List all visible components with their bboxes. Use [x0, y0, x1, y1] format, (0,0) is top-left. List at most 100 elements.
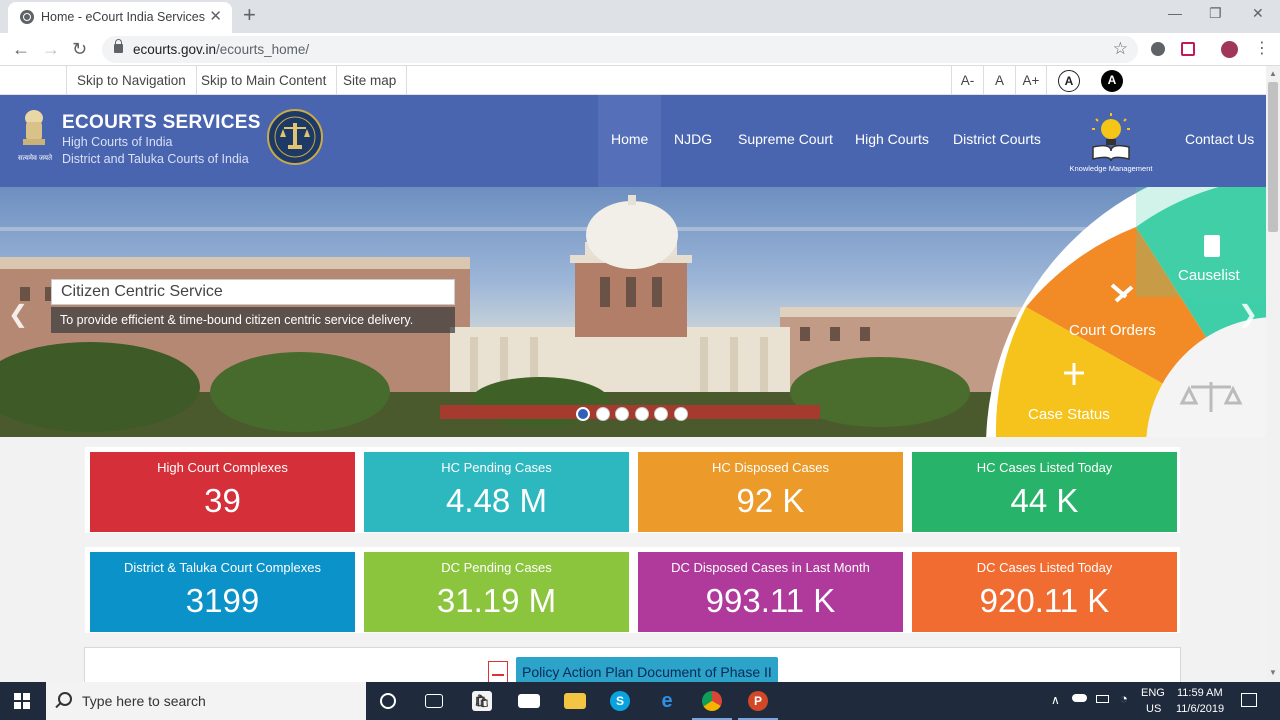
stat-tile[interactable]: DC Disposed Cases in Last Month 993.11 K: [638, 552, 903, 632]
url-text[interactable]: ecourts.gov.in/ecourts_home/: [133, 42, 309, 57]
tray-chevron-icon[interactable]: ∧: [1051, 693, 1060, 707]
window-close-icon[interactable]: ✕: [1252, 5, 1264, 21]
powerpoint-icon[interactable]: P: [748, 691, 768, 711]
skype-icon[interactable]: S: [610, 691, 630, 711]
cortana-icon[interactable]: [380, 693, 396, 709]
nav-district-courts[interactable]: District Courts: [940, 95, 1054, 187]
emblem-motto: सत्यमेव जयते: [18, 155, 53, 162]
slider-dot[interactable]: [654, 407, 668, 421]
stat-tile[interactable]: HC Pending Cases 4.48 M: [364, 452, 629, 532]
font-normal-button[interactable]: A: [983, 66, 1015, 95]
nav-njdg[interactable]: NJDG: [661, 95, 725, 187]
hero-slider[interactable]: Causelist Court Orders Case Status Citiz…: [0, 187, 1266, 437]
lightbulb-book-icon: [1092, 113, 1130, 162]
skip-to-navigation-link[interactable]: Skip to Navigation: [66, 66, 197, 95]
wheel-court-orders[interactable]: Court Orders: [1069, 322, 1156, 339]
stat-tile[interactable]: DC Cases Listed Today 920.11 K: [912, 552, 1177, 632]
restore-icon[interactable]: ❐: [1209, 5, 1222, 21]
browser-tab[interactable]: Home - eCourt India Services ✕: [8, 2, 232, 33]
page-scrollbar[interactable]: ▲ ▼: [1266, 66, 1280, 682]
extension-icon[interactable]: [1151, 42, 1165, 56]
mail-icon[interactable]: [518, 694, 540, 708]
nav-supreme-court[interactable]: Supreme Court: [725, 95, 846, 187]
forward-icon[interactable]: →: [42, 38, 60, 60]
taskbar-search-box[interactable]: Type here to search: [46, 682, 366, 720]
profile-avatar[interactable]: [1221, 41, 1238, 58]
search-icon: [58, 692, 72, 706]
nav-home[interactable]: Home: [598, 95, 662, 187]
wifi-icon[interactable]: ◔: [1120, 691, 1128, 706]
language-indicator[interactable]: ENG: [1141, 687, 1165, 699]
slider-dot[interactable]: [673, 407, 688, 421]
bookmark-star-icon[interactable]: ☆: [1113, 39, 1128, 59]
font-increase-button[interactable]: A+: [1015, 66, 1047, 95]
slider-dot[interactable]: [595, 407, 610, 421]
stat-value: 993.11 K: [705, 582, 836, 619]
site-subtitle-1: High Courts of India: [62, 135, 173, 149]
stat-value: 31.19 M: [436, 582, 557, 619]
close-icon[interactable]: ✕: [209, 9, 222, 25]
clock-date[interactable]: 11/6/2019: [1176, 703, 1224, 715]
stat-label: HC Disposed Cases: [711, 460, 830, 475]
document-panel: Policy Action Plan Document of Phase II: [84, 647, 1181, 687]
back-icon[interactable]: ←: [12, 38, 30, 60]
normal-contrast-button[interactable]: A: [1058, 70, 1080, 92]
wheel-causelist[interactable]: Causelist: [1178, 267, 1240, 284]
task-view-icon[interactable]: [425, 694, 443, 708]
onedrive-icon[interactable]: [1072, 694, 1087, 702]
scroll-thumb[interactable]: [1268, 82, 1278, 232]
clock-time[interactable]: 11:59 AM: [1177, 687, 1223, 699]
globe-icon: [20, 10, 34, 24]
skip-to-main-content-link[interactable]: Skip to Main Content: [191, 66, 338, 95]
extension-icon[interactable]: [1181, 42, 1195, 56]
battery-icon[interactable]: [1096, 695, 1109, 703]
nav-high-courts[interactable]: High Courts: [842, 95, 942, 187]
slide-caption-title: Citizen Centric Service: [61, 283, 223, 300]
stat-tile[interactable]: HC Cases Listed Today 44 K: [912, 452, 1177, 532]
file-explorer-icon[interactable]: [564, 693, 586, 709]
stat-tile[interactable]: High Court Complexes 39: [90, 452, 355, 532]
slider-next-icon[interactable]: ❯: [1238, 300, 1258, 329]
tab-title: Home - eCourt India Services: [41, 10, 205, 24]
stat-value: 44 K: [1010, 482, 1079, 519]
knowledge-management-link[interactable]: Knowledge Management: [1063, 113, 1159, 175]
knowledge-management-label: Knowledge Management: [1069, 164, 1153, 173]
nav-contact-us[interactable]: Contact Us: [1172, 95, 1267, 187]
address-bar[interactable]: ecourts.gov.in/ecourts_home/ ☆: [102, 36, 1138, 63]
font-decrease-button[interactable]: A-: [951, 66, 983, 95]
site-map-link[interactable]: Site map: [333, 66, 408, 95]
stat-tile[interactable]: HC Disposed Cases 92 K: [638, 452, 903, 532]
store-icon[interactable]: 🛍: [472, 691, 492, 711]
menu-dots-icon[interactable]: ⋮: [1254, 38, 1270, 60]
stat-label: HC Cases Listed Today: [976, 460, 1113, 475]
slider-prev-icon[interactable]: ❮: [8, 300, 28, 329]
site-title[interactable]: ECOURTS SERVICES: [62, 112, 261, 134]
site-header: सत्यमेव जयते ECOURTS SERVICES High Court…: [0, 95, 1266, 187]
slider-dot[interactable]: [615, 407, 629, 421]
pdf-icon: [488, 661, 508, 683]
new-tab-button[interactable]: +: [243, 4, 256, 26]
wheel-case-status[interactable]: Case Status: [1028, 406, 1110, 423]
action-center-icon[interactable]: [1241, 693, 1257, 707]
slider-dot[interactable]: [576, 407, 590, 421]
language-region[interactable]: US: [1146, 703, 1161, 715]
stat-value: 4.48 M: [446, 482, 547, 519]
scroll-down-icon[interactable]: ▼: [1269, 668, 1277, 677]
chrome-icon[interactable]: [702, 691, 722, 711]
stats-row-high-courts: High Court Complexes 39 HC Pending Cases 4.…: [85, 447, 1180, 533]
windows-start-icon[interactable]: [14, 693, 30, 709]
reload-icon[interactable]: ↻: [72, 38, 87, 60]
stat-value: 92 K: [736, 482, 805, 519]
slider-dot[interactable]: [634, 407, 649, 421]
national-emblem-icon: [23, 110, 45, 145]
scroll-up-icon[interactable]: ▲: [1269, 69, 1277, 78]
browser-tabbar: Home - eCourt India Services ✕ + — ❐ ✕: [0, 0, 1280, 33]
stat-tile[interactable]: DC Pending Cases 31.19 M: [364, 552, 629, 632]
accessibility-bar: Skip to Navigation Skip to Main Content …: [0, 66, 1266, 95]
minimize-icon[interactable]: —: [1168, 5, 1182, 21]
stat-value: 3199: [185, 582, 260, 619]
edge-icon[interactable]: e: [657, 691, 677, 711]
high-contrast-button[interactable]: A: [1101, 70, 1123, 92]
stat-tile[interactable]: District & Taluka Court Complexes 3199: [90, 552, 355, 632]
stat-label: DC Pending Cases: [441, 560, 552, 575]
